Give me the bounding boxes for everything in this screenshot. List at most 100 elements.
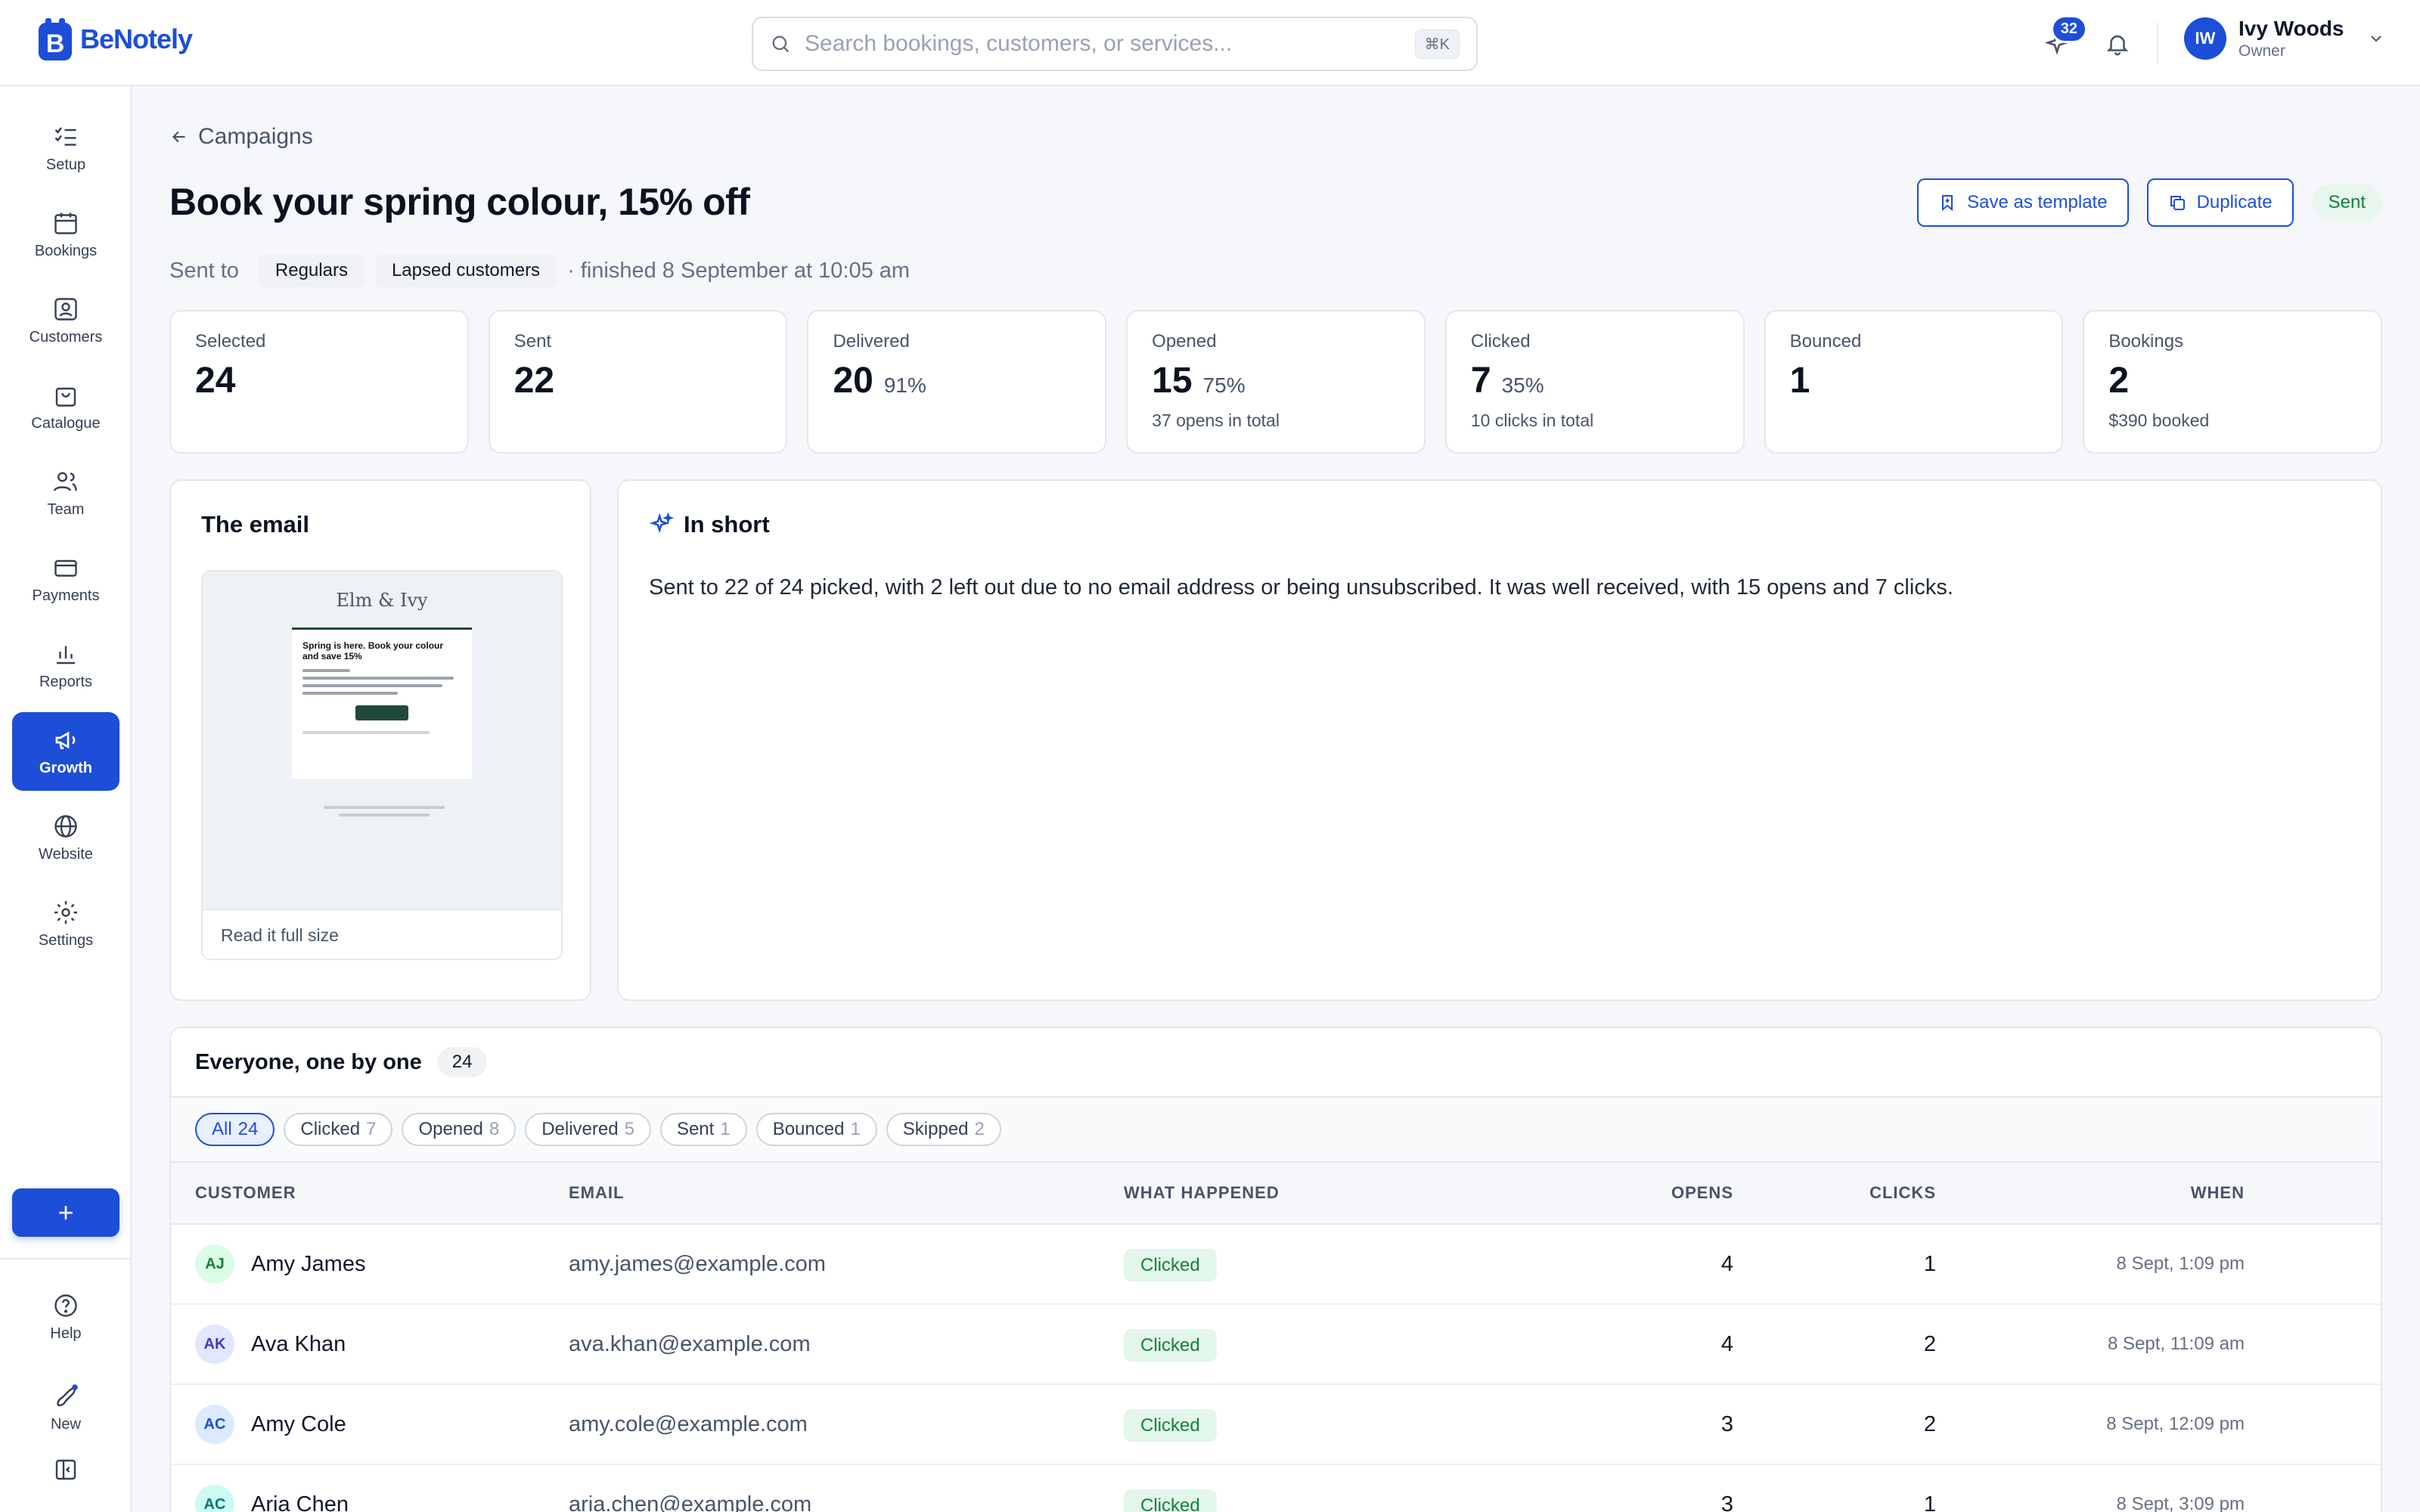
back-link-label: Campaigns — [198, 124, 313, 149]
clicks-count: 1 — [1923, 1251, 1936, 1276]
customer-email: aria.chen@example.com — [569, 1492, 812, 1512]
sidebar-item-label: Growth — [39, 759, 92, 776]
recipients-line: Sent to Regulars Lapsed customers · fini… — [169, 254, 910, 287]
audience-tag: Lapsed customers — [374, 254, 557, 287]
header-divider — [2157, 23, 2158, 64]
sidebar-item-new[interactable]: New — [12, 1371, 119, 1444]
column-header-clicks[interactable]: CLICKS — [1733, 1183, 1936, 1203]
filter-bounced[interactable]: Bounced 1 — [755, 1113, 877, 1146]
stat-value: 22 — [513, 361, 555, 401]
search-placeholder: Search bookings, customers, or services.… — [805, 31, 1233, 56]
stat-label: Bounced — [1789, 331, 1862, 352]
stat-card-sent: Sent 22 — [488, 310, 788, 454]
customer-name: Aria Chen — [251, 1492, 349, 1512]
bell-icon — [2106, 35, 2129, 56]
table-row[interactable]: AJ Amy James amy.james@example.com Clicke… — [171, 1225, 2381, 1305]
sidebar-item-catalogue[interactable]: Catalogue — [12, 367, 119, 446]
stat-label: Clicked — [1470, 331, 1531, 352]
preview-heading: Spring is here. Book your colour and sav… — [302, 640, 444, 662]
sidebar-item-growth[interactable]: Growth — [12, 712, 119, 791]
column-header-opens[interactable]: OPENS — [1552, 1183, 1733, 1203]
sidebar-item-payments[interactable]: Payments — [12, 540, 119, 618]
event-time: 8 Sept, 11:09 am — [2107, 1334, 2245, 1354]
sidebar-item-label: Setup — [45, 156, 86, 173]
event-time: 8 Sept, 12:09 pm — [2106, 1414, 2245, 1434]
search-input[interactable]: Search bookings, customers, or services.… — [752, 17, 1478, 71]
customer-email: ava.khan@example.com — [569, 1331, 811, 1356]
preview-text-line — [302, 684, 442, 687]
gear-icon — [54, 900, 77, 924]
stat-percent: 35% — [1501, 373, 1544, 397]
save-as-template-button[interactable]: Save as template — [1917, 178, 2129, 227]
sidebar-item-label: Bookings — [34, 242, 98, 259]
notification-count-badge: 32 — [2050, 15, 2087, 43]
sidebar-item-label: Website — [39, 845, 93, 863]
sidebar-item-team[interactable]: Team — [12, 454, 119, 532]
filter-delivered[interactable]: Delivered 5 — [525, 1113, 651, 1146]
filter-skipped[interactable]: Skipped 2 — [886, 1113, 1001, 1146]
customer-email: amy.cole@example.com — [569, 1411, 808, 1436]
search-icon — [772, 36, 790, 53]
stat-card-bookings: Bookings 2 $390 booked — [2083, 310, 2383, 454]
table-row[interactable]: AC Amy Cole amy.cole@example.com Clicked … — [171, 1385, 2381, 1465]
checklist-icon — [54, 126, 76, 146]
stat-label: Sent — [513, 331, 552, 352]
table-row[interactable]: AC Aria Chen aria.chen@example.com Clicke… — [171, 1465, 2381, 1512]
filter-clicked[interactable]: Clicked 7 — [284, 1113, 393, 1146]
sidebar-item-label: Payments — [32, 587, 100, 604]
stat-percent: 91% — [883, 373, 926, 397]
filter-opened[interactable]: Opened 8 — [402, 1113, 517, 1146]
clicks-count: 2 — [1923, 1331, 1936, 1356]
chip-count: 7 — [366, 1119, 377, 1139]
sidebar-item-settings[interactable]: Settings — [12, 885, 119, 963]
back-link[interactable]: Campaigns — [169, 124, 313, 150]
column-header-when[interactable]: WHEN — [1936, 1183, 2269, 1203]
chip-label: Bounced — [772, 1119, 845, 1139]
sidebar-item-customers[interactable]: Customers — [12, 281, 119, 360]
notifications-button[interactable] — [2099, 23, 2136, 65]
stat-value: 24 — [195, 361, 236, 401]
column-header-email[interactable]: EMAIL — [569, 1183, 1124, 1203]
table-count: 24 — [436, 1047, 488, 1077]
avatar: AJ — [195, 1244, 234, 1284]
avatar: AC — [195, 1405, 234, 1444]
preview-text-line — [302, 669, 350, 672]
read-full-size-link[interactable]: Read it full size — [203, 909, 561, 959]
contact-icon — [54, 297, 77, 321]
chip-label: Sent — [676, 1119, 715, 1139]
chip-count: 2 — [974, 1119, 985, 1139]
summary-text: Sent to 22 of 24 picked, with 2 left out… — [649, 575, 1953, 600]
arrow-left-icon — [172, 131, 185, 143]
email-preview[interactable]: Elm & Ivy Spring is here. Book your colo… — [201, 570, 563, 960]
table-row[interactable]: AK Ava Khan ava.khan@example.com Clicked … — [171, 1305, 2381, 1385]
recipients-table-card: Everyone, one by one 24 All 24 Clicked 7 O… — [169, 1027, 2382, 1512]
page-actions: Save as template Duplicate Sent — [1917, 178, 2382, 227]
preview-book-button — [355, 705, 408, 720]
sidebar-item-reports[interactable]: Reports — [12, 626, 119, 705]
column-header-customer[interactable]: CUSTOMER — [171, 1183, 569, 1203]
stat-card-clicked: Clicked 7 35% 10 clicks in total — [1444, 310, 1745, 454]
user-menu[interactable]: IW Ivy Woods Owner — [2184, 17, 2385, 60]
sidebar-item-setup[interactable]: Setup — [12, 109, 119, 187]
create-new-button[interactable]: + — [12, 1188, 119, 1237]
preview-brand: Elm & Ivy — [336, 590, 428, 611]
column-header-what-happened[interactable]: WHAT HAPPENED — [1124, 1183, 1552, 1203]
copy-icon — [2170, 196, 2185, 210]
whats-new-button[interactable]: 32 — [2039, 15, 2087, 65]
sidebar-item-label: Help — [50, 1325, 82, 1342]
duplicate-button[interactable]: Duplicate — [2146, 178, 2294, 227]
sidebar-item-website[interactable]: Website — [12, 798, 119, 877]
sidebar-item-label: Team — [47, 500, 85, 518]
collapse-sidebar-button[interactable] — [12, 1447, 119, 1492]
stat-subtext: 37 opens in total — [1152, 411, 1280, 430]
sidebar-item-help[interactable]: Help — [12, 1281, 119, 1353]
status-badge: Sent — [2311, 184, 2382, 221]
stat-label: Opened — [1152, 331, 1217, 352]
filter-sent[interactable]: Sent 1 — [659, 1113, 747, 1146]
megaphone-icon — [55, 731, 76, 749]
stat-card-bounced: Bounced 1 — [1764, 310, 2064, 454]
filter-all[interactable]: All 24 — [195, 1113, 275, 1146]
sidebar-item-bookings[interactable]: Bookings — [12, 195, 119, 274]
app-logo[interactable]: B BeNotely — [36, 17, 193, 62]
stat-label: Selected — [195, 331, 266, 352]
